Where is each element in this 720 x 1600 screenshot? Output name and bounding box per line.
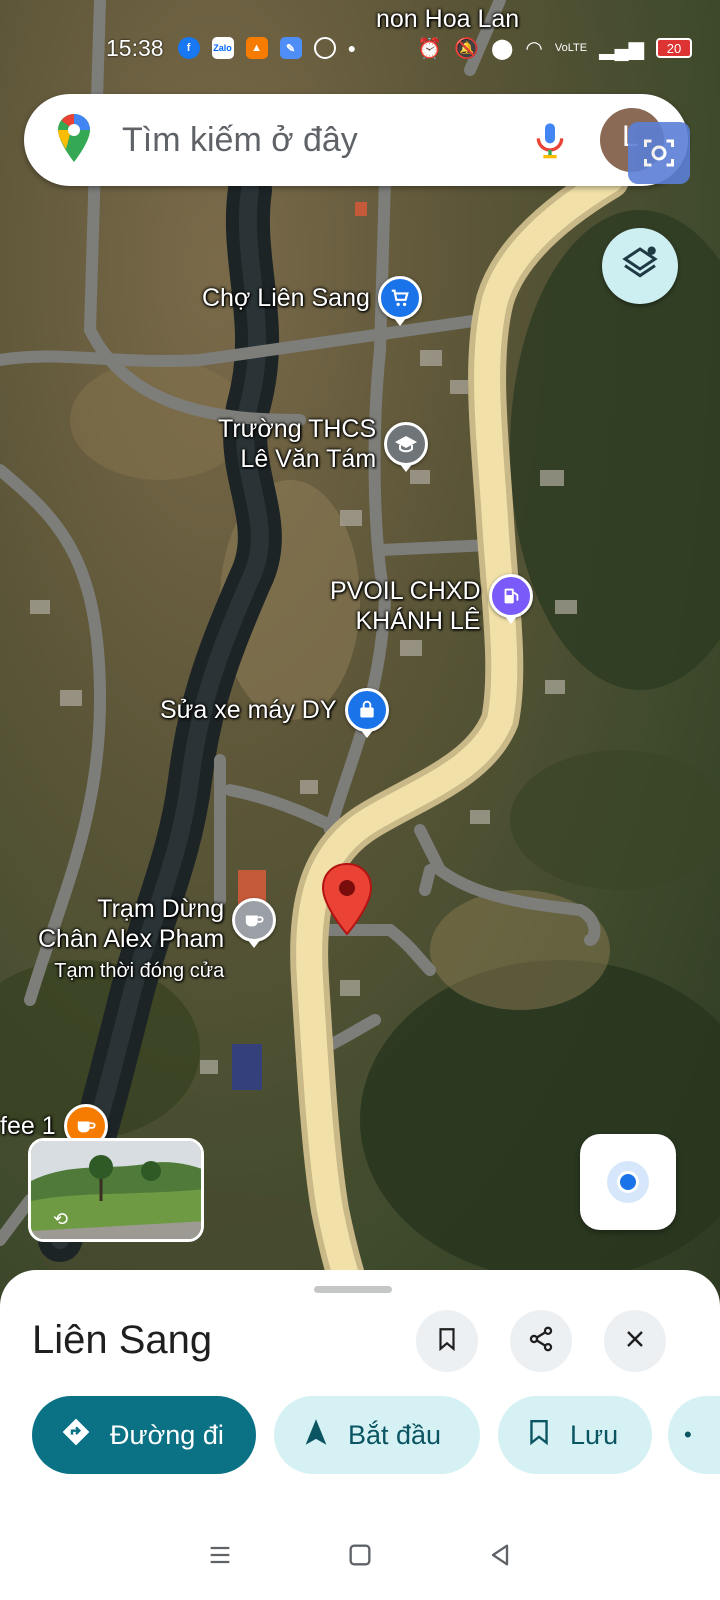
share-icon (527, 1325, 555, 1358)
satellite-terrain (0, 0, 720, 1320)
close-icon (623, 1327, 647, 1356)
poi-label: Trạm Dừng Chân Alex Pham Tạm thời đóng c… (38, 894, 224, 984)
rotate-360-icon: ⟲ (53, 1209, 69, 1229)
home-icon[interactable] (346, 1541, 374, 1574)
share-button[interactable] (510, 1310, 572, 1372)
poi-status: Tạm thời đóng cửa (54, 960, 225, 982)
graduation-cap-icon (384, 422, 429, 466)
close-button[interactable] (604, 1310, 666, 1372)
my-location-button[interactable] (580, 1134, 676, 1230)
zalo-icon: Zalo (211, 37, 234, 59)
bookmark-icon (434, 1326, 460, 1357)
lens-camera-icon[interactable] (628, 122, 690, 184)
poi-label-line2: Chân Alex Pham (38, 925, 225, 953)
layers-button[interactable] (602, 228, 678, 304)
poi-label-line2: Lê Văn Tám (240, 445, 377, 473)
gas-pump-icon (488, 574, 533, 618)
poi-truong-thcs[interactable]: Trường THCS Lê Văn Tám (218, 414, 429, 474)
navigation-arrow-icon (302, 1417, 330, 1454)
selected-location-pin-icon[interactable] (320, 862, 374, 941)
coffee-cup-icon (232, 898, 277, 942)
more-notifications-dot: ● (347, 40, 357, 56)
recent-apps-icon[interactable] (206, 1541, 234, 1574)
poi-label: Trường THCS Lê Văn Tám (218, 414, 376, 474)
poi-label: Sửa xe máy DY (160, 696, 337, 724)
poi-pvoil[interactable]: PVOIL CHXD KHÁNH LÊ (330, 574, 533, 636)
poi-cho-lien-sang[interactable]: Chợ Liên Sang (202, 276, 422, 320)
back-icon[interactable] (486, 1541, 514, 1574)
street-view-thumbnail[interactable]: ⟲ (28, 1138, 204, 1242)
alarm-icon: ⏰ (417, 37, 443, 60)
status-time: 15:38 (106, 34, 164, 61)
directions-button[interactable]: Đường đi (32, 1396, 256, 1474)
poi-label: Chợ Liên Sang (202, 284, 370, 312)
chrome-icon (313, 37, 336, 59)
location-icon: ⬤ (491, 37, 514, 60)
status-bar: 15:38 f Zalo ▲ ✎ ● ⏰ 🔕 ⬤ ◠ VoLTE ▂▄▆ 20 (0, 30, 720, 66)
microphone-icon[interactable] (530, 120, 570, 160)
wifi-icon: ◠ (525, 37, 543, 60)
battery-level: 20 (666, 40, 682, 56)
battery-icon: 20 (656, 38, 692, 58)
poi-label-line1: Trường THCS (218, 415, 377, 443)
poi-label-line2: KHÁNH LÊ (355, 607, 481, 635)
app-notification-icon: ▲ (245, 37, 268, 59)
facebook-icon: f (177, 37, 200, 59)
shopping-cart-icon (377, 276, 422, 320)
place-title: Liên Sang (32, 1318, 213, 1362)
directions-icon (60, 1416, 92, 1455)
system-nav-bar (0, 1514, 720, 1600)
layers-icon (620, 244, 660, 289)
more-icon: • (684, 1422, 692, 1447)
search-input[interactable]: Tìm kiếm ở đây (122, 121, 530, 160)
save-chip-button[interactable]: Lưu (498, 1396, 652, 1474)
drag-handle[interactable] (314, 1286, 392, 1293)
mute-icon: 🔕 (454, 37, 479, 60)
search-bar[interactable]: Tìm kiếm ở đây L (24, 94, 688, 186)
volte-label: VoLTE (554, 41, 588, 54)
app-notification-icon: ✎ (279, 37, 302, 59)
poi-label: fee 1 (0, 1112, 56, 1140)
poi-label-line1: PVOIL CHXD (330, 577, 481, 605)
save-bookmark-button[interactable] (416, 1310, 478, 1372)
start-button[interactable]: Bắt đầu (274, 1396, 480, 1474)
shopping-bag-icon (344, 688, 389, 732)
more-chip-button[interactable]: • (668, 1396, 720, 1474)
poi-label: PVOIL CHXD KHÁNH LÊ (330, 576, 481, 636)
start-label: Bắt đầu (348, 1419, 442, 1450)
save-label: Lưu (570, 1419, 619, 1450)
status-right: ⏰ 🔕 ⬤ ◠ VoLTE ▂▄▆ 20 (417, 36, 692, 61)
poi-sua-xe-may[interactable]: Sửa xe máy DY (160, 688, 389, 732)
directions-label: Đường đi (110, 1419, 224, 1450)
signal-icon: ▂▄▆ (599, 37, 644, 60)
map-view[interactable]: non Hoa Lan Chợ Liên Sang Trường THCS Lê… (0, 0, 720, 1320)
poi-label-line1: Trạm Dừng (97, 895, 225, 923)
current-location-icon (617, 1171, 639, 1193)
google-maps-logo-icon (56, 112, 92, 169)
bookmark-icon (526, 1418, 552, 1453)
poi-tram-dung[interactable]: Trạm Dừng Chân Alex Pham Tạm thời đóng c… (38, 894, 277, 984)
